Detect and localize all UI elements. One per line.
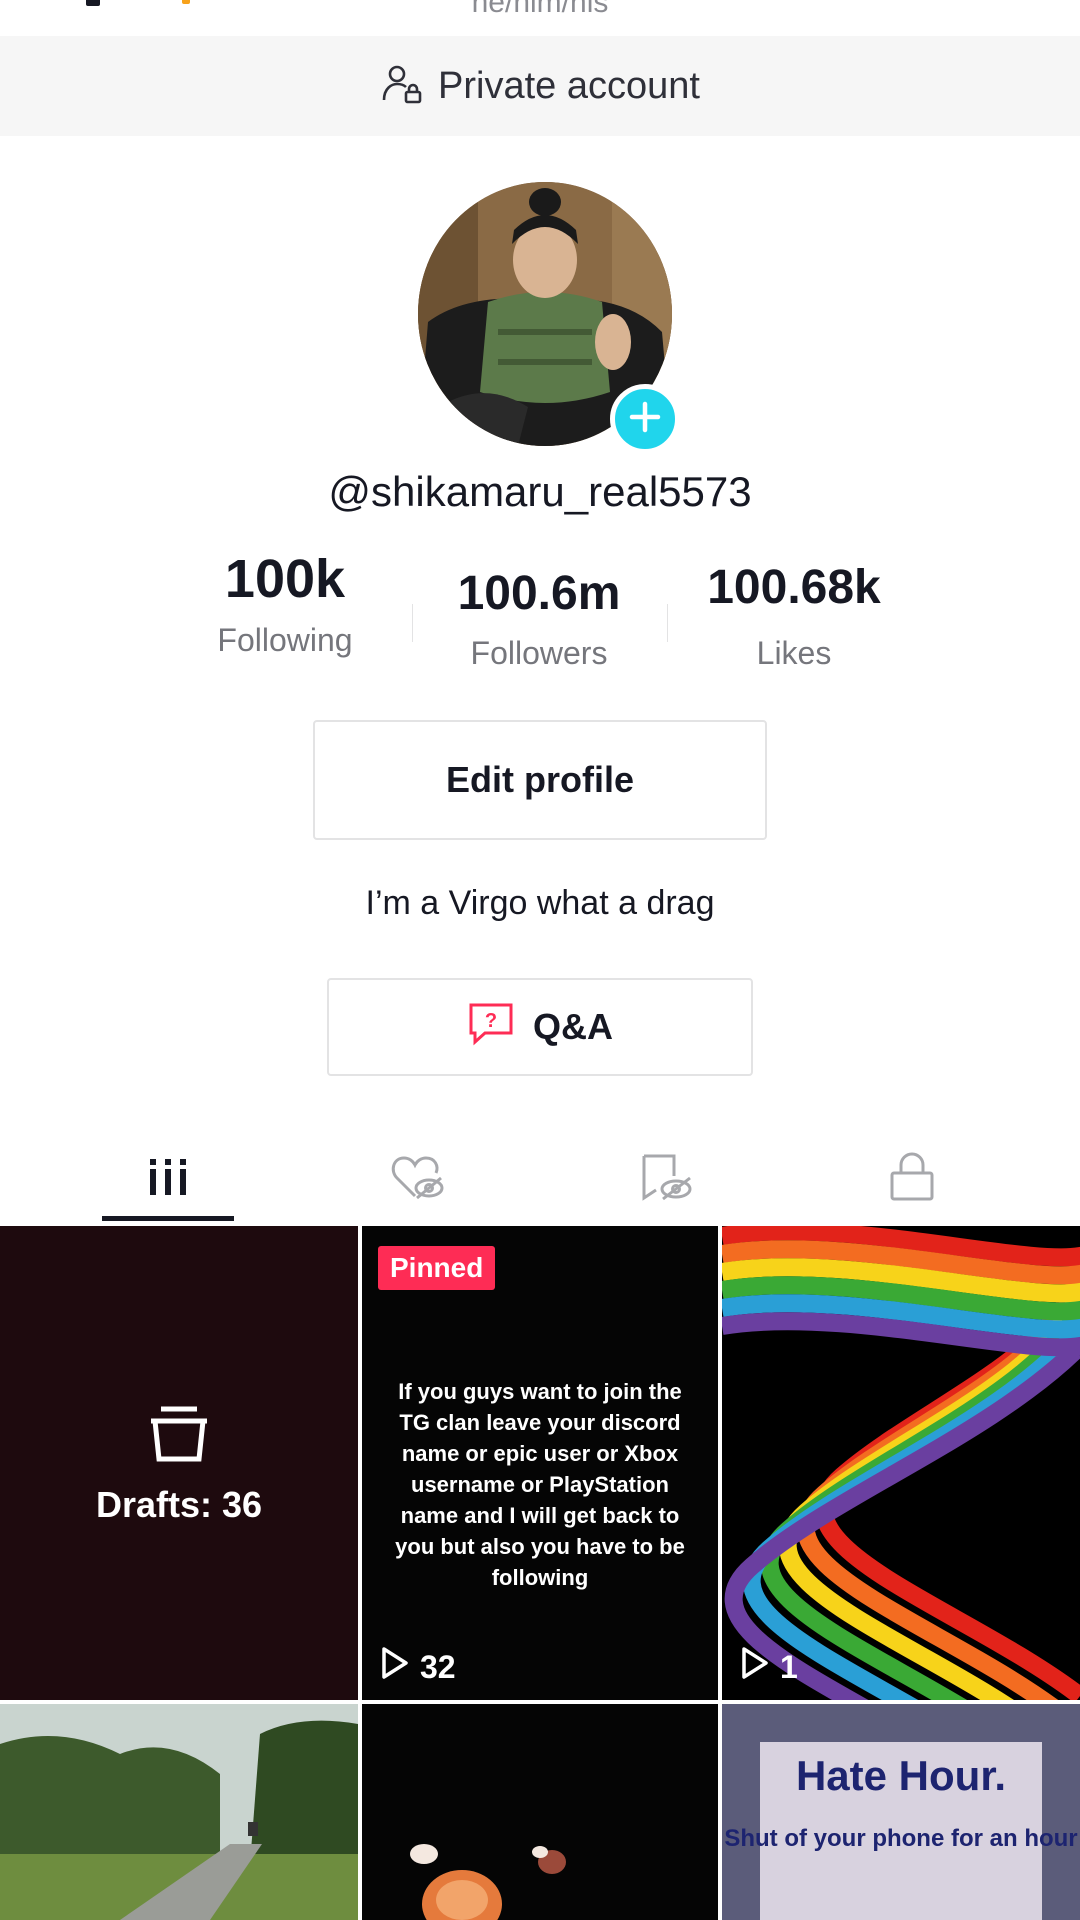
hate-hour-title: Hate Hour.	[795, 1752, 1007, 1799]
food-thumbnail	[362, 1704, 718, 1920]
video-tile-food[interactable]	[362, 1704, 718, 1920]
username: @shikamaru_real5573	[328, 468, 752, 515]
likes-stat[interactable]: 100.68k Likes	[690, 560, 898, 672]
landscape-thumbnail	[0, 1704, 358, 1920]
video-tile-hate-hour[interactable]: Hate Hour. Shut of your phone for an hou…	[722, 1704, 1080, 1920]
question-bubble-icon: ?	[467, 999, 515, 1056]
status-strip: he/him/his	[0, 0, 1080, 36]
following-count: 100k	[224, 549, 346, 609]
pronouns-text: he/him/his	[471, 0, 609, 19]
video-tile-landscape[interactable]	[0, 1704, 358, 1920]
play-icon	[380, 1646, 410, 1688]
play-count: 32	[380, 1646, 456, 1688]
qa-label: Q&A	[533, 1006, 613, 1047]
play-icon	[740, 1646, 770, 1688]
video-grid: Drafts: 36 Pinned If you guys want to jo…	[0, 1226, 1080, 1920]
hate-hour-subtitle: Shut of your phone for an hour	[724, 1825, 1078, 1852]
tab-private[interactable]	[846, 1134, 978, 1224]
followers-label: Followers	[470, 635, 608, 671]
active-tab-indicator	[102, 1216, 234, 1221]
video-tile-rainbow[interactable]: 1	[722, 1226, 1080, 1700]
followers-stat[interactable]: 100.6m Followers	[430, 566, 648, 672]
tab-videos[interactable]	[102, 1134, 234, 1224]
play-count: 1	[740, 1646, 798, 1688]
drafts-tile[interactable]: Drafts: 36	[0, 1226, 358, 1700]
following-label: Following	[217, 622, 353, 658]
play-count-value: 1	[780, 1648, 798, 1685]
likes-count: 100.68k	[707, 561, 881, 614]
bio-text: I’m a Virgo what a drag	[365, 884, 715, 922]
play-count-value: 32	[420, 1648, 456, 1685]
private-account-label: Private account	[438, 64, 700, 107]
video-tile-pinned[interactable]: Pinned If you guys want to join the TG c…	[362, 1226, 718, 1700]
edit-profile-button[interactable]: Edit profile	[313, 720, 767, 840]
likes-label: Likes	[756, 635, 832, 671]
followers-count: 100.6m	[457, 567, 621, 620]
add-avatar-button[interactable]	[610, 384, 680, 454]
svg-text:?: ?	[485, 1010, 497, 1032]
bookmark-hidden-icon	[638, 1152, 694, 1207]
tab-liked[interactable]	[352, 1134, 484, 1224]
person-lock-icon	[380, 62, 424, 111]
pinned-badge: Pinned	[378, 1246, 496, 1290]
grid-bars-icon	[146, 1155, 190, 1204]
heart-hidden-icon	[389, 1152, 447, 1207]
lock-icon	[888, 1151, 936, 1208]
following-stat[interactable]: 100k Following	[180, 548, 390, 659]
private-account-bar[interactable]: Private account	[0, 36, 1080, 136]
plus-icon	[628, 400, 662, 439]
tab-favorites[interactable]	[600, 1134, 732, 1224]
qa-button[interactable]: ? Q&A	[327, 978, 753, 1076]
drafts-icon	[147, 1401, 211, 1470]
stat-divider	[412, 604, 413, 642]
drafts-label: Drafts: 36	[95, 1483, 263, 1525]
rainbow-thumbnail	[722, 1226, 1080, 1700]
video-caption-text: If you guys want to join the TG clan lea…	[395, 1379, 685, 1590]
stat-divider	[667, 604, 668, 642]
profile-tabs	[0, 1134, 1080, 1224]
